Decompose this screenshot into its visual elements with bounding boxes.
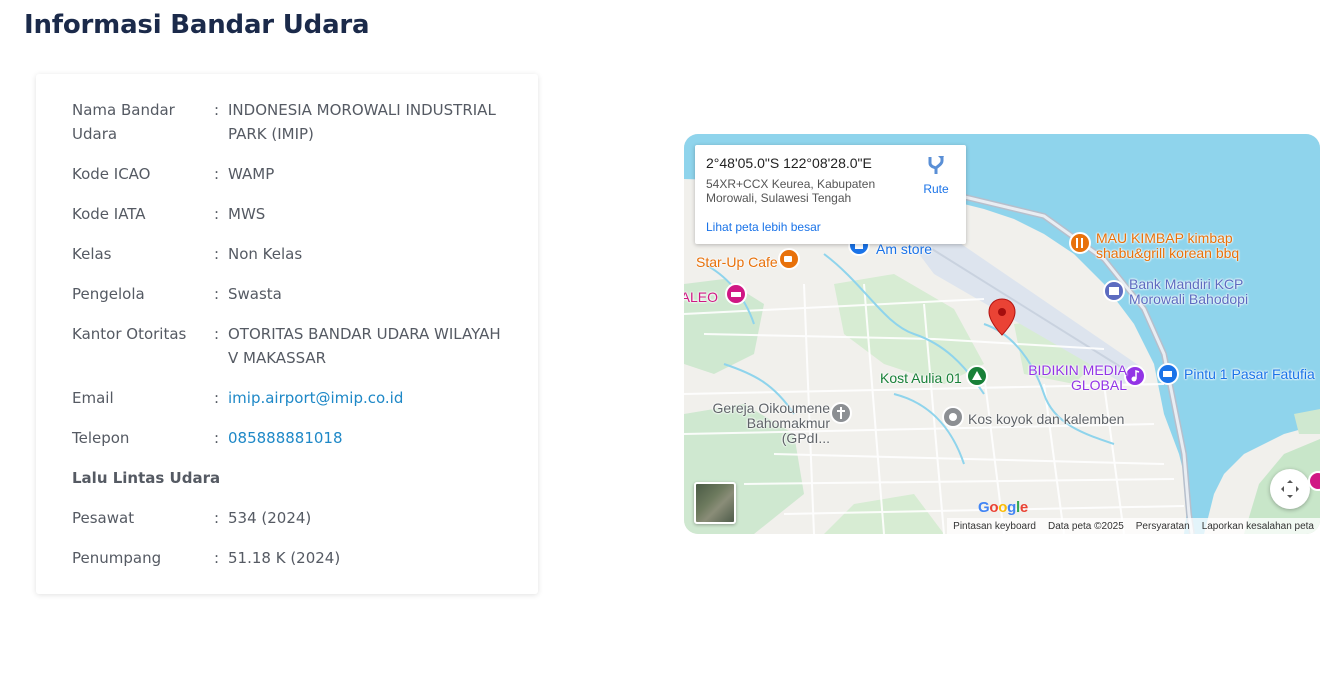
music-pin-icon[interactable] <box>1124 365 1146 393</box>
poi-bidikin-media[interactable]: BIDIKIN MEDIA GLOBAL <box>1027 363 1127 393</box>
separator: : <box>214 101 220 119</box>
poi-gereja-oikoumene[interactable]: Gereja Oikoumene Bahomakmur (GPdI... <box>695 401 830 446</box>
separator: : <box>214 325 220 343</box>
poi-pintu-1-pasar[interactable]: Pintu 1 Pasar Fatufia <box>1184 367 1315 382</box>
passengers-label: Penumpang <box>72 549 162 567</box>
poi-star-up-cafe[interactable]: Star-Up Cafe <box>696 255 778 270</box>
separator: : <box>214 165 220 183</box>
class-value: Non Kelas <box>228 245 303 263</box>
email-link[interactable]: imip.airport@imip.co.id <box>228 386 512 410</box>
embedded-map[interactable]: Am store Star-Up Cafe MALEO MAU KIMBAP k… <box>684 134 1320 534</box>
poi-am-store[interactable]: Am store <box>876 242 932 257</box>
separator: : <box>214 509 220 527</box>
separator: : <box>214 549 220 567</box>
separator: : <box>214 389 220 407</box>
info-row-iata: Kode IATA : MWS <box>72 202 512 226</box>
iata-value: MWS <box>228 205 266 223</box>
aircraft-value: 534 (2024) <box>228 509 312 527</box>
info-row-class: Kelas : Non Kelas <box>72 242 512 266</box>
hotel-pin-icon[interactable] <box>725 283 747 311</box>
iata-label: Kode IATA <box>72 205 146 223</box>
passengers-value: 51.18 K (2024) <box>228 549 341 567</box>
class-label: Kelas <box>72 245 112 263</box>
map-data-credit: Data peta ©2025 <box>1048 520 1124 532</box>
phone-link[interactable]: 085888881018 <box>228 426 512 450</box>
popup-address: 54XR+CCX Keurea, Kabupaten Morowali, Sul… <box>706 177 876 205</box>
restaurant-pin-icon[interactable] <box>1069 232 1091 260</box>
info-row-aircraft: Pesawat : 534 (2024) <box>72 506 512 530</box>
operator-value: Swasta <box>228 285 282 303</box>
info-row-airport-name: Nama Bandar Udara : INDONESIA MOROWALI I… <box>72 98 512 146</box>
phone-label: Telepon <box>72 429 130 447</box>
info-row-phone: Telepon : 085888881018 <box>72 426 512 450</box>
keyboard-shortcuts-link[interactable]: Pintasan keyboard <box>953 521 1036 532</box>
authority-value: OTORITAS BANDAR UDARA WILAYAH V MAKASSAR <box>228 325 501 367</box>
poi-kos-koyok[interactable]: Kos koyok dan kalemben <box>968 412 1124 427</box>
cafe-pin-icon[interactable] <box>778 248 800 276</box>
separator: : <box>214 245 220 263</box>
poi-bank-mandiri[interactable]: Bank Mandiri KCP Morowali Bahodopi <box>1129 277 1259 307</box>
poi-kost-aulia[interactable]: Kost Aulia 01 <box>880 371 962 386</box>
info-row-icao: Kode ICAO : WAMP <box>72 162 512 186</box>
directions-icon <box>928 156 944 174</box>
separator: : <box>214 205 220 223</box>
map-camera-control-button[interactable] <box>1270 469 1310 509</box>
satellite-layer-toggle[interactable] <box>694 482 736 524</box>
icao-value: WAMP <box>228 165 275 183</box>
move-arrows-icon <box>1281 480 1299 498</box>
aircraft-label: Pesawat <box>72 509 135 527</box>
route-button[interactable]: Rute <box>917 155 955 196</box>
map-footer: Pintasan keyboard Data peta ©2025 Persya… <box>947 518 1320 534</box>
airport-name-value: INDONESIA MOROWALI INDUSTRIAL PARK (IMIP… <box>228 101 496 143</box>
icao-label: Kode ICAO <box>72 165 151 183</box>
airport-name-label: Nama Bandar Udara <box>72 101 175 143</box>
air-traffic-heading: Lalu Lintas Udara <box>72 469 221 487</box>
email-label: Email <box>72 389 114 407</box>
popup-coordinates: 2°48'05.0"S 122°08'28.0"E <box>706 155 872 171</box>
map-info-popup: 2°48'05.0"S 122°08'28.0"E 54XR+CCX Keure… <box>695 145 966 244</box>
google-logo: Google <box>978 499 1028 516</box>
airport-info-card: Nama Bandar Udara : INDONESIA MOROWALI I… <box>36 74 538 594</box>
bank-pin-icon[interactable] <box>1103 280 1125 308</box>
shopping-cart-pin-icon[interactable] <box>1157 363 1179 391</box>
route-label: Rute <box>923 182 949 196</box>
info-row-operator: Pengelola : Swasta <box>72 282 512 306</box>
info-row-authority: Kantor Otoritas : OTORITAS BANDAR UDARA … <box>72 322 512 370</box>
separator: : <box>214 429 220 447</box>
lodging-pin-icon[interactable] <box>966 365 988 393</box>
place-pin-icon[interactable] <box>942 406 964 434</box>
poi-maleo[interactable]: MALEO <box>684 290 718 305</box>
authority-label: Kantor Otoritas <box>72 325 187 343</box>
poi-mau-kimbap[interactable]: MAU KIMBAP kimbap shabu&grill korean bbq <box>1096 231 1246 261</box>
church-pin-icon[interactable] <box>830 402 852 430</box>
larger-map-link[interactable]: Lihat peta lebih besar <box>706 220 821 234</box>
terms-link[interactable]: Persyaratan <box>1136 521 1190 532</box>
info-row-passengers: Penumpang : 51.18 K (2024) <box>72 546 512 570</box>
partial-pin-icon <box>1308 471 1320 491</box>
location-marker-icon[interactable] <box>988 298 1016 336</box>
operator-label: Pengelola <box>72 285 145 303</box>
separator: : <box>214 285 220 303</box>
info-row-email: Email : imip.airport@imip.co.id <box>72 386 512 410</box>
report-error-link[interactable]: Laporkan kesalahan peta <box>1202 521 1314 532</box>
page-title: Informasi Bandar Udara <box>24 10 370 40</box>
